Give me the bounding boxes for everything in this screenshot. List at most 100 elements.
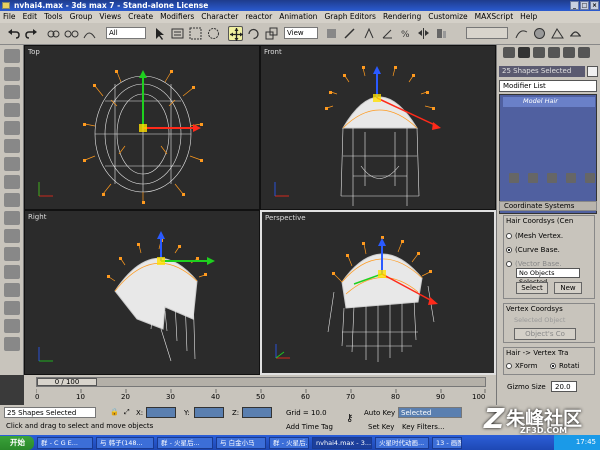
menu-views[interactable]: Views (99, 11, 121, 23)
utilities-tab-icon[interactable] (578, 47, 590, 58)
auto-key-button[interactable]: Auto Key (364, 409, 395, 417)
move-icon[interactable] (228, 26, 243, 41)
set-key-button[interactable]: Set Key (368, 423, 394, 431)
taskbar-item-2[interactable]: 与 韩子(148... (96, 436, 154, 449)
key-mode-dropdown[interactable]: Selected (398, 407, 462, 418)
ref-coord-dropdown[interactable]: View (284, 27, 318, 39)
select-link-icon[interactable] (46, 26, 61, 41)
menu-character[interactable]: Character (201, 11, 238, 23)
gizmo-size-field[interactable]: 20.0 (551, 381, 577, 392)
menu-animation[interactable]: Animation (279, 11, 317, 23)
menu-reactor[interactable]: reactor (245, 11, 272, 23)
fracture-icon[interactable] (4, 229, 20, 243)
toy-car-icon[interactable] (4, 265, 20, 279)
deforming-mesh-icon[interactable] (4, 121, 20, 135)
cloth-collection-icon[interactable] (4, 67, 20, 81)
track-bar[interactable]: 0 10 20 30 40 50 60 70 80 90 100 (35, 389, 486, 403)
modify-tab-icon[interactable] (518, 47, 530, 58)
select-object-icon[interactable] (152, 26, 167, 41)
constraint-icon[interactable] (4, 175, 20, 189)
viewport-top[interactable]: Top (24, 45, 260, 210)
angle-snap-icon[interactable] (380, 26, 395, 41)
key-icon[interactable]: ⚷ (346, 413, 353, 424)
point-to-point-icon[interactable] (4, 211, 20, 225)
selection-region-icon[interactable] (188, 26, 203, 41)
menu-customize[interactable]: Customize (428, 11, 467, 23)
radio-mesh-vertex[interactable]: (Mesh Vertex. (506, 232, 563, 240)
preview-animation-icon[interactable] (4, 337, 20, 351)
snaps-icon[interactable] (362, 26, 377, 41)
window-crossing-icon[interactable] (206, 26, 221, 41)
hierarchy-tab-icon[interactable] (533, 47, 545, 58)
create-tab-icon[interactable] (503, 47, 515, 58)
radio-vector-base[interactable]: (Vector Base. (506, 260, 562, 268)
z-coord-field[interactable] (242, 407, 272, 418)
taskbar-item-1[interactable]: 群 - C G E... (37, 436, 93, 449)
lock-icon[interactable]: 🔒 (110, 408, 119, 416)
render-scene-icon[interactable] (550, 26, 565, 41)
remove-modifier-icon[interactable] (566, 173, 576, 183)
rigid-body-collection-icon[interactable] (4, 49, 20, 63)
time-slider[interactable]: 0 / 100 (36, 377, 486, 387)
quick-render-icon[interactable] (568, 26, 583, 41)
rotate-icon[interactable] (246, 26, 261, 41)
taskbar-item-5[interactable]: 群 - 火星后... (269, 436, 309, 449)
named-selection-dropdown[interactable] (466, 27, 508, 39)
menu-rendering[interactable]: Rendering (383, 11, 421, 23)
taskbar-item-4[interactable]: 与 白金小马 (216, 436, 266, 449)
menu-tools[interactable]: Tools (44, 11, 62, 23)
selection-filter-dropdown[interactable]: All (106, 27, 146, 39)
pin-stack-icon[interactable] (509, 173, 519, 183)
percent-snap-icon[interactable]: % (398, 26, 413, 41)
make-unique-icon[interactable] (547, 173, 557, 183)
stack-item-model-hair[interactable]: Model Hair (503, 97, 595, 107)
configure-sets-icon[interactable] (585, 173, 595, 183)
menu-maxscript[interactable]: MAXScript (475, 11, 514, 23)
menu-modifiers[interactable]: Modifiers (160, 11, 194, 23)
close-button[interactable]: × (590, 1, 599, 10)
rope-collection-icon[interactable] (4, 103, 20, 117)
curve-editor-icon[interactable] (514, 26, 529, 41)
wind-icon[interactable] (4, 283, 20, 297)
time-slider-thumb[interactable]: 0 / 100 (37, 378, 97, 386)
add-time-tag-button[interactable]: Add Time Tag (286, 423, 333, 431)
mirror-icon[interactable] (416, 26, 431, 41)
radio-curve-base[interactable]: (Curve Base. (506, 246, 560, 254)
menu-edit[interactable]: Edit (23, 11, 38, 23)
soft-body-collection-icon[interactable] (4, 85, 20, 99)
redo-icon[interactable] (24, 26, 39, 41)
select-manipulate-icon[interactable] (342, 26, 357, 41)
taskbar-item-3[interactable]: 群 - 火星后... (157, 436, 213, 449)
radio-rotate[interactable]: Rotati (550, 362, 580, 370)
object-color-swatch[interactable] (587, 66, 598, 77)
plane-icon[interactable] (4, 139, 20, 153)
objects-coord-button[interactable]: Object's Co (514, 328, 576, 340)
unlink-icon[interactable] (64, 26, 79, 41)
menu-group[interactable]: Group (70, 11, 93, 23)
spring-icon[interactable] (4, 157, 20, 171)
absolute-mode-icon[interactable]: ⤢ (124, 408, 130, 417)
water-icon[interactable] (4, 247, 20, 261)
object-name-field[interactable]: 25 Shapes Selected (499, 66, 585, 77)
scale-icon[interactable] (264, 26, 279, 41)
hinge-icon[interactable] (4, 193, 20, 207)
y-coord-field[interactable] (194, 407, 224, 418)
viewport-front[interactable]: Front (260, 45, 496, 210)
key-filters-button[interactable]: Key Filters... (402, 423, 445, 431)
maximize-button[interactable]: □ (580, 1, 589, 10)
coordinate-systems-header[interactable]: Coordinate Systems (499, 201, 597, 211)
motion-tab-icon[interactable] (548, 47, 560, 58)
bind-space-warp-icon[interactable] (82, 26, 97, 41)
x-coord-field[interactable] (146, 407, 176, 418)
menu-create[interactable]: Create (128, 11, 153, 23)
motor-icon[interactable] (4, 301, 20, 315)
menu-file[interactable]: File (3, 11, 16, 23)
analyze-world-icon[interactable] (4, 319, 20, 333)
new-button[interactable]: New (554, 282, 582, 294)
material-editor-icon[interactable] (532, 26, 547, 41)
pivot-center-icon[interactable] (324, 26, 339, 41)
menu-graph-editors[interactable]: Graph Editors (324, 11, 376, 23)
viewport-right[interactable]: Right (24, 210, 260, 375)
radio-xform[interactable]: XForm (506, 362, 537, 370)
menu-help[interactable]: Help (520, 11, 537, 23)
